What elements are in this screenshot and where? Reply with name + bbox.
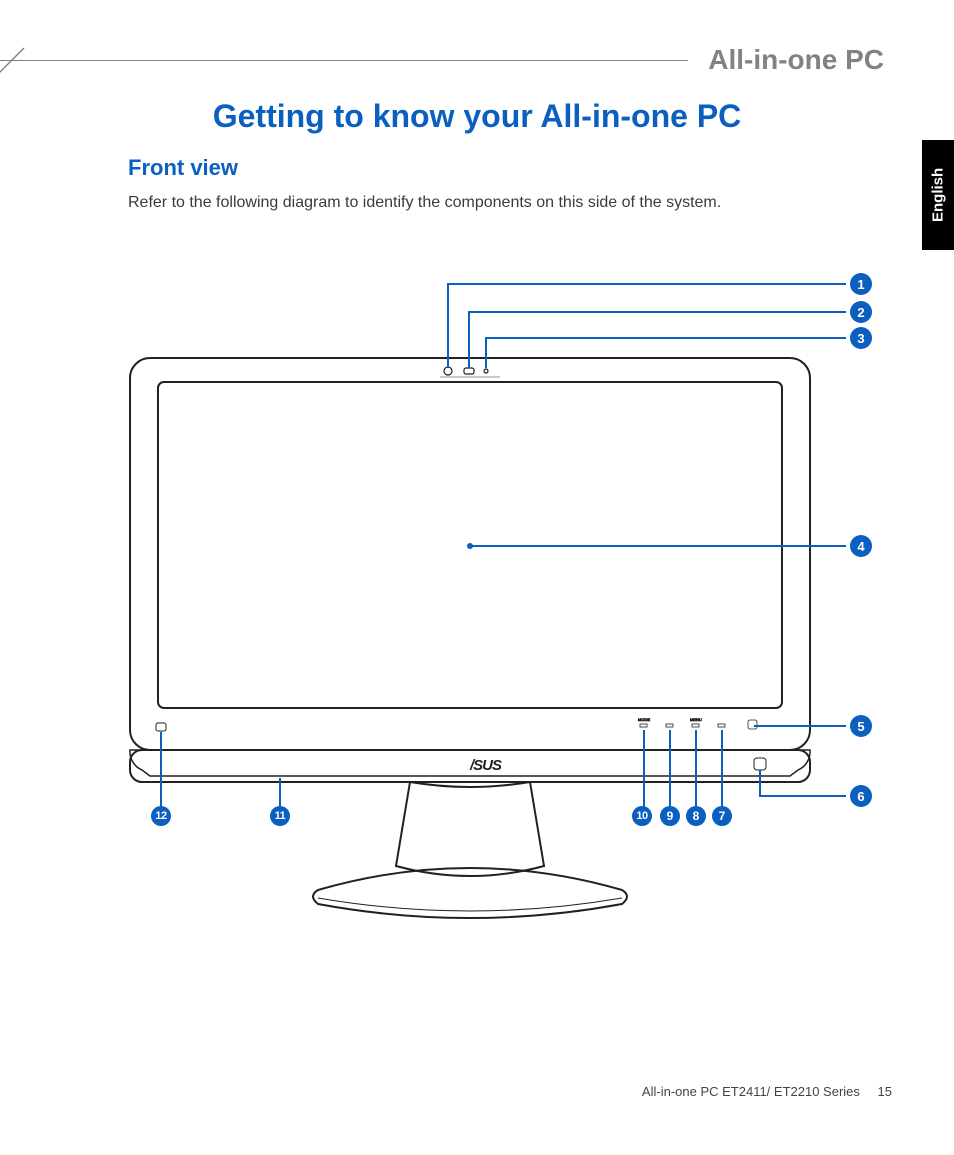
section-description: Refer to the following diagram to identi… — [128, 192, 848, 214]
diagram-svg: /SUS MODE MENU — [100, 260, 900, 940]
brand-title: All-in-one PC — [688, 44, 892, 76]
front-view-diagram: /SUS MODE MENU — [100, 260, 900, 940]
header-rule: All-in-one PC All-in-one PC — [0, 60, 954, 61]
power-button-icon — [754, 758, 766, 770]
front-buttons: MODE MENU — [638, 717, 757, 729]
device-brand-logo: /SUS — [469, 757, 502, 774]
front-left-indicators — [156, 723, 166, 731]
callout-3: 3 — [850, 327, 872, 349]
callout-6: 6 — [850, 785, 872, 807]
callout-11: 11 — [270, 806, 290, 826]
monitor-stand — [313, 782, 627, 918]
language-tab: English — [922, 140, 954, 250]
section-title: Front view — [128, 155, 238, 181]
monitor-outline — [130, 358, 810, 782]
callout-lines — [161, 284, 846, 808]
page-title: Getting to know your All-in-one PC — [0, 98, 954, 135]
svg-text:MODE: MODE — [638, 717, 650, 722]
callout-10: 10 — [632, 806, 652, 826]
callout-9: 9 — [660, 806, 680, 826]
header-diagonal-accent — [0, 42, 30, 82]
callout-4: 4 — [850, 535, 872, 557]
callout-1: 1 — [850, 273, 872, 295]
page-footer: All-in-one PC ET2411/ ET2210 Series 15 — [642, 1084, 892, 1099]
footer-model: All-in-one PC ET2411/ ET2210 Series — [642, 1084, 860, 1099]
top-sensors — [440, 367, 500, 377]
callout-12: 12 — [151, 806, 171, 826]
footer-page-number: 15 — [878, 1084, 892, 1099]
callout-2: 2 — [850, 301, 872, 323]
callout-7: 7 — [712, 806, 732, 826]
callout-8: 8 — [686, 806, 706, 826]
svg-text:MENU: MENU — [690, 717, 702, 722]
callout-5: 5 — [850, 715, 872, 737]
